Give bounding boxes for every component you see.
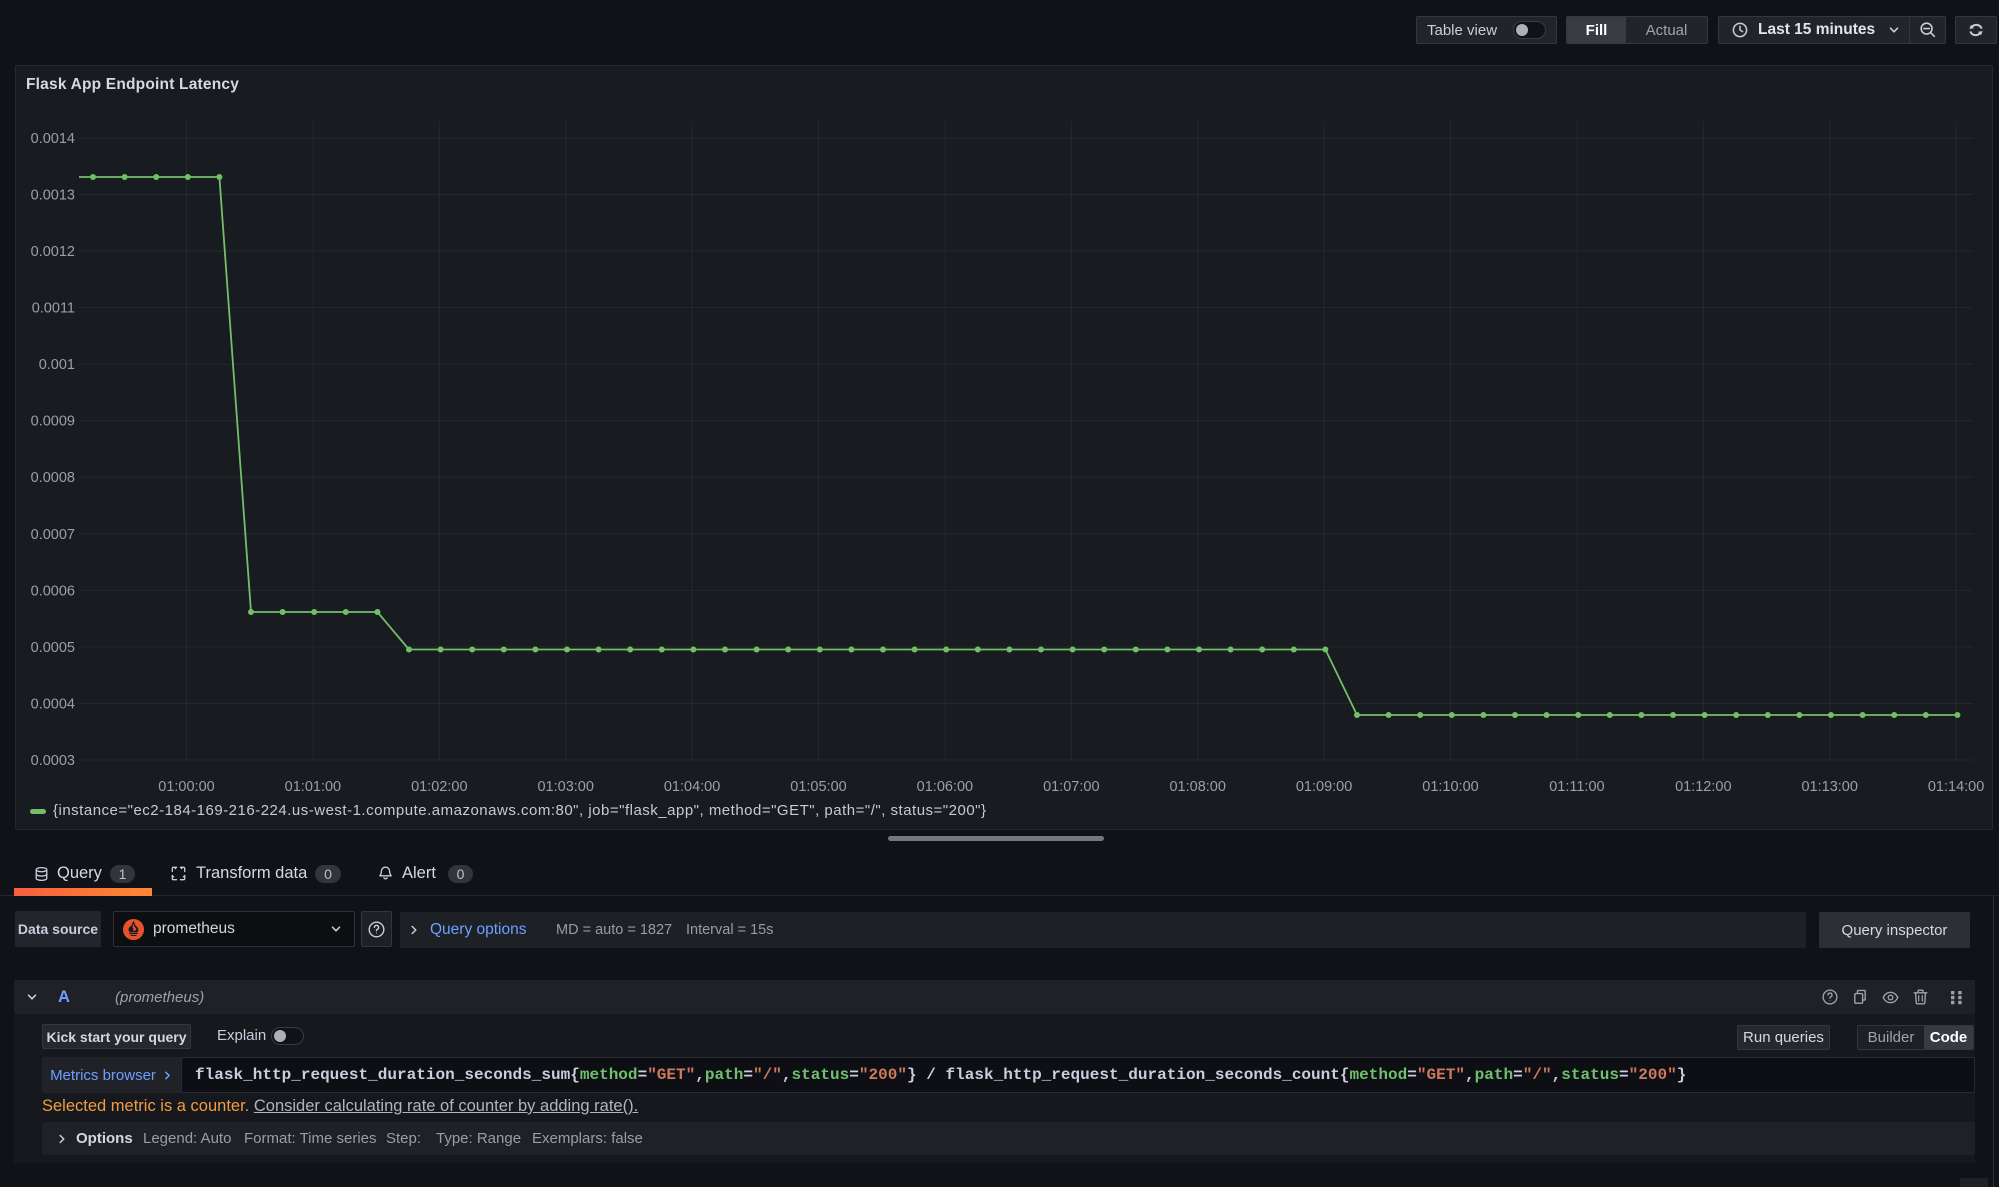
- svg-text:0.0008: 0.0008: [31, 470, 75, 486]
- svg-text:0.0014: 0.0014: [31, 131, 75, 147]
- svg-text:01:02:00: 01:02:00: [411, 779, 467, 795]
- svg-text:01:05:00: 01:05:00: [790, 779, 846, 795]
- svg-text:01:08:00: 01:08:00: [1169, 779, 1225, 795]
- svg-text:01:04:00: 01:04:00: [664, 779, 720, 795]
- svg-text:01:12:00: 01:12:00: [1675, 779, 1731, 795]
- svg-text:01:10:00: 01:10:00: [1422, 779, 1478, 795]
- svg-text:01:07:00: 01:07:00: [1043, 779, 1099, 795]
- svg-text:0.0007: 0.0007: [31, 527, 75, 543]
- svg-text:01:09:00: 01:09:00: [1296, 779, 1352, 795]
- svg-text:0.0011: 0.0011: [32, 301, 75, 317]
- svg-text:01:01:00: 01:01:00: [285, 779, 341, 795]
- svg-text:01:13:00: 01:13:00: [1801, 779, 1857, 795]
- svg-text:01:14:00: 01:14:00: [1928, 779, 1984, 795]
- svg-text:0.001: 0.001: [39, 357, 75, 373]
- svg-text:0.0005: 0.0005: [31, 640, 75, 656]
- svg-text:01:06:00: 01:06:00: [917, 779, 973, 795]
- svg-text:01:03:00: 01:03:00: [537, 779, 593, 795]
- svg-text:0.0004: 0.0004: [31, 697, 75, 713]
- svg-text:0.0009: 0.0009: [31, 414, 75, 430]
- svg-text:0.0012: 0.0012: [31, 244, 75, 260]
- svg-text:01:00:00: 01:00:00: [158, 779, 214, 795]
- svg-text:01:11:00: 01:11:00: [1549, 779, 1604, 795]
- svg-text:0.0013: 0.0013: [31, 188, 75, 204]
- svg-text:0.0006: 0.0006: [31, 583, 75, 599]
- svg-text:0.0003: 0.0003: [31, 753, 75, 769]
